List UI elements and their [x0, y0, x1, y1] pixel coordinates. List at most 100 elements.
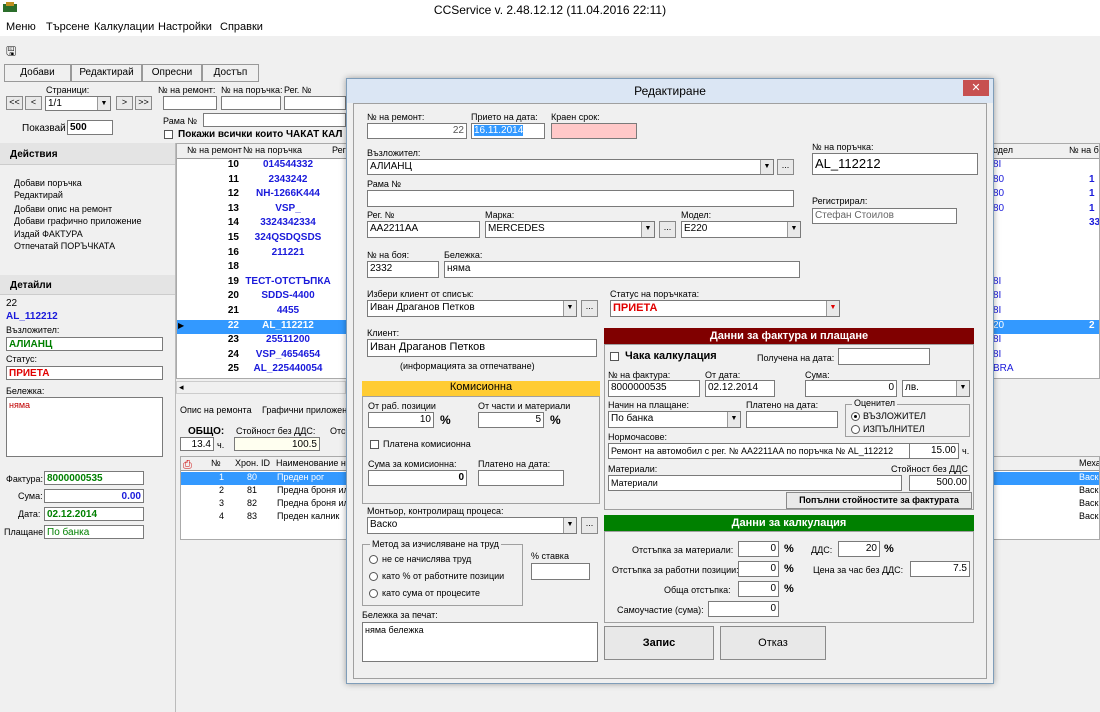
choose-client-select[interactable]: Иван Драганов Петков ▼ — [367, 300, 577, 317]
paid-on-input[interactable] — [746, 411, 838, 428]
norm-hours-label: Нормочасове: — [608, 432, 667, 442]
mat-disc-input[interactable]: 0 — [738, 541, 779, 557]
col-reg[interactable]: Рег — [332, 145, 346, 155]
norm-hours-value[interactable]: 15.00 — [909, 443, 959, 459]
brand-browse-button[interactable]: ... — [659, 221, 676, 238]
edit-button[interactable]: Редактирай — [71, 64, 142, 82]
waiting-calc-checkbox[interactable] — [164, 130, 173, 139]
method-no-labor-radio[interactable] — [369, 555, 378, 564]
received-on-input[interactable] — [838, 348, 930, 365]
evaluator-client-label: ВЪЗЛОЖИТЕЛ — [863, 411, 926, 421]
work-disc-input[interactable]: 0 — [738, 561, 779, 577]
commission-paid-checkbox[interactable] — [370, 440, 379, 449]
fill-invoice-button[interactable]: Попълни стойностите за фактурата — [786, 492, 972, 509]
commission-parts-pct: % — [550, 413, 561, 427]
cancel-button[interactable]: Отказ — [720, 626, 826, 660]
action-print-order[interactable]: Отпечатай ПОРЪЧКАТА — [14, 241, 115, 251]
col-order-no[interactable]: № на поръчка — [243, 145, 302, 155]
reg-no-input[interactable]: AA2211AA — [367, 221, 480, 238]
commission-paid-date-input[interactable] — [478, 470, 564, 486]
order-status-select[interactable]: ПРИЕТА ▼ — [610, 300, 840, 317]
items-col-name[interactable]: Наименование на — [276, 458, 351, 468]
menu-item-reports[interactable]: Справки — [220, 21, 263, 33]
method-percent-radio[interactable] — [369, 572, 378, 581]
grid-hscrollbar[interactable]: ◂ — [176, 381, 346, 394]
col-paint[interactable]: № на бо — [1069, 145, 1099, 155]
materials-input[interactable]: Материали — [608, 475, 902, 491]
hour-rate-input[interactable]: 7.5 — [910, 561, 970, 577]
client-select[interactable]: АЛИАНЦ ▼ — [367, 159, 774, 175]
reg-no-filter-input[interactable] — [284, 96, 346, 110]
refresh-button[interactable]: Опресни — [142, 64, 202, 82]
repair-no-input[interactable]: 22 — [367, 123, 467, 139]
commission-sum-input[interactable]: 0 — [368, 470, 467, 486]
last-page-button[interactable]: >> — [135, 96, 152, 110]
col-repair-no[interactable]: № на ремонт — [187, 145, 242, 155]
mechanic-select[interactable]: Васко ▼ — [367, 517, 577, 534]
window-title: CCService v. 2.48.12.12 (11.04.2016 22:1… — [433, 3, 667, 17]
evaluator-client-radio[interactable] — [851, 412, 860, 421]
client-browse-button[interactable]: ... — [777, 159, 794, 175]
action-add-repair-desc[interactable]: Добави опис на ремонт — [14, 204, 112, 214]
frame-input[interactable] — [367, 190, 794, 207]
items-col-mech[interactable]: Меха — [1079, 458, 1099, 468]
order-no-input[interactable]: AL_112212 — [812, 153, 978, 175]
frame-filter-input[interactable] — [203, 113, 346, 127]
menu-item-settings[interactable]: Настройки — [158, 21, 212, 33]
vat-input[interactable]: 20 — [838, 541, 880, 557]
invoice-sum-input[interactable]: 0 — [805, 380, 897, 397]
menu-item-menu[interactable]: Меню — [6, 21, 36, 33]
menu-item-calculations[interactable]: Калкулации — [94, 21, 154, 33]
print-note-input[interactable]: няма бележка — [362, 622, 598, 662]
commission-labor-input[interactable]: 10 — [368, 412, 434, 428]
method-sum-radio[interactable] — [369, 589, 378, 598]
tab-repair-desc[interactable]: Опис на ремонта — [180, 405, 252, 415]
show-count-input[interactable]: 500 — [67, 120, 113, 135]
action-edit[interactable]: Редактирай — [14, 190, 63, 200]
note-label: Бележка: — [444, 250, 483, 260]
col-model[interactable]: одел — [993, 145, 1013, 155]
paint-no-input[interactable]: 2332 — [367, 261, 439, 278]
invoice-date-input[interactable]: 02.12.2014 — [705, 380, 775, 397]
self-pay-input[interactable]: 0 — [708, 601, 779, 617]
items-col-id[interactable]: Хрон. ID — [235, 458, 270, 468]
items-col-no[interactable]: № — [211, 458, 221, 468]
model-select[interactable]: E220 ▼ — [681, 221, 801, 238]
materials-net-label: Стойност без ДДС — [891, 464, 968, 474]
close-icon[interactable]: ✕ — [963, 80, 989, 96]
commission-parts-input[interactable]: 5 — [478, 412, 544, 428]
mechanic-browse-button[interactable]: ... — [581, 517, 598, 534]
choose-client-browse-button[interactable]: ... — [581, 300, 598, 317]
repair-no-filter-input[interactable] — [163, 96, 217, 110]
order-no-filter-input[interactable] — [221, 96, 281, 110]
waiting-calc-dialog-checkbox[interactable] — [610, 352, 619, 361]
pages-select[interactable]: 1/1 ▼ — [45, 96, 111, 111]
toolbar-icon[interactable]: 🖫 — [6, 42, 16, 63]
action-add-graphic[interactable]: Добави графично приложение — [14, 216, 142, 226]
add-button[interactable]: Добави — [4, 64, 71, 82]
currency-select[interactable]: лв. ▼ — [902, 380, 970, 397]
norm-hours-text[interactable]: Ремонт на автомобил с рег. № AA2211AA по… — [608, 443, 926, 459]
brand-select[interactable]: MERCEDES ▼ — [485, 221, 655, 238]
item-action-icon[interactable]: ⎙ — [183, 459, 192, 472]
prev-page-button[interactable]: < — [25, 96, 42, 110]
action-issue-invoice[interactable]: Издай ФАКТУРА — [14, 229, 83, 239]
customer-input[interactable]: Иван Драганов Петков — [367, 339, 597, 357]
access-button[interactable]: Достъп — [202, 64, 259, 82]
total-disc-input[interactable]: 0 — [738, 581, 779, 597]
save-button[interactable]: Запис — [604, 626, 714, 660]
invoice-no-input[interactable]: 8000000535 — [608, 380, 700, 397]
first-page-button[interactable]: << — [6, 96, 23, 110]
materials-value[interactable]: 500.00 — [909, 475, 970, 491]
action-add-order[interactable]: Добави поръчка — [14, 178, 82, 188]
tab-graphics[interactable]: Графични приложен — [262, 405, 347, 415]
vat-label: ДДС: — [811, 545, 833, 555]
note-input[interactable]: няма — [444, 261, 800, 278]
menu-item-search[interactable]: Търсене — [46, 21, 90, 33]
evaluator-contractor-radio[interactable] — [851, 425, 860, 434]
received-date-input[interactable]: 16.11.2014 — [471, 123, 545, 139]
payment-method-select[interactable]: По банка ▼ — [608, 411, 741, 428]
rate-input[interactable] — [531, 563, 590, 580]
deadline-input[interactable] — [551, 123, 637, 139]
next-page-button[interactable]: > — [116, 96, 133, 110]
